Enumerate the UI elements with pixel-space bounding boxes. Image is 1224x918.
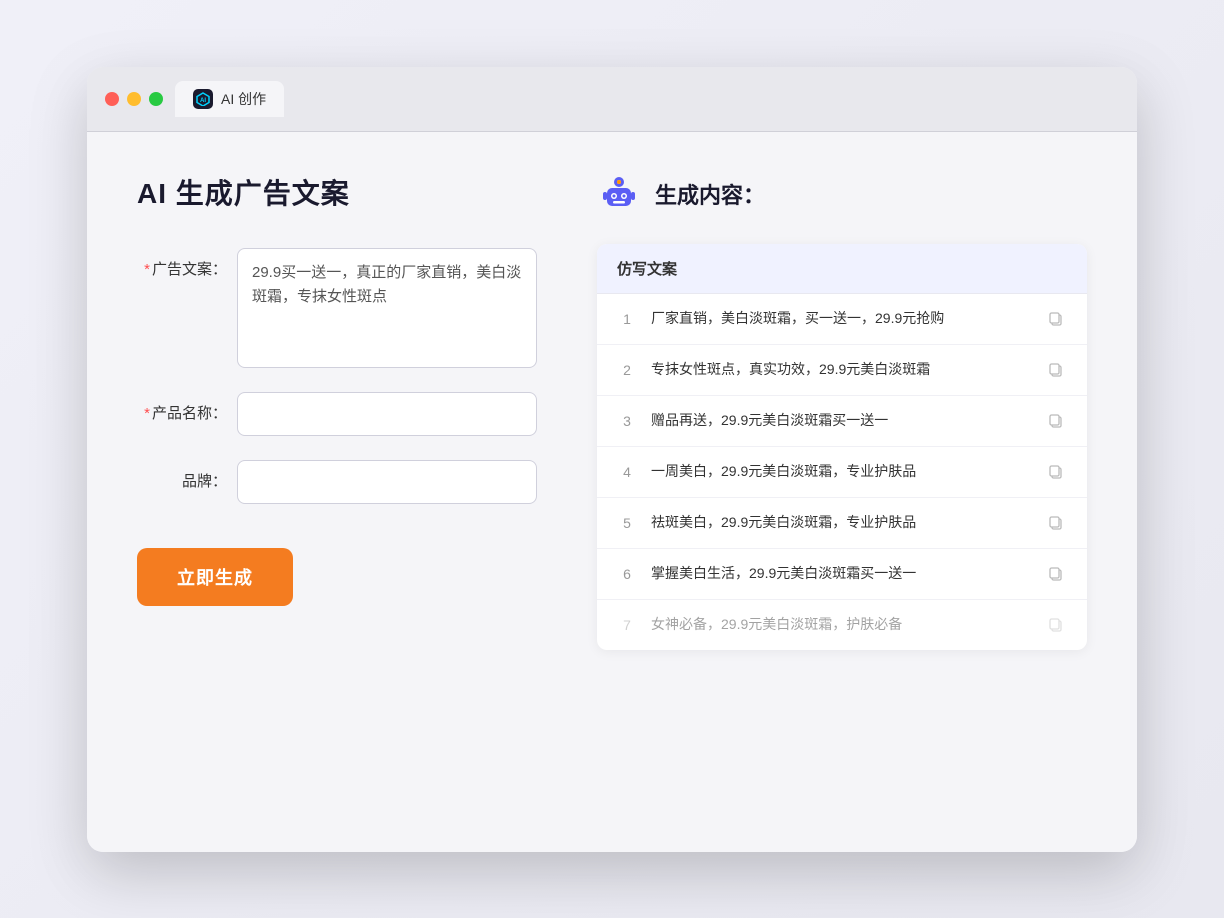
row-content-2: 专抹女性斑点，真实功效，29.9元美白淡斑霜 (651, 359, 1031, 380)
tab-label: AI 创作 (221, 89, 266, 109)
row-content-4: 一周美白，29.9元美白淡斑霜，专业护肤品 (651, 461, 1031, 482)
browser-window: AI AI 创作 AI 生成广告文案 *广告文案： 29.9买一送一，真正的厂家… (87, 67, 1137, 852)
product-name-input[interactable]: 美白淡斑霜 (237, 392, 537, 436)
table-row: 4 一周美白，29.9元美白淡斑霜，专业护肤品 (597, 447, 1087, 498)
row-number-7: 7 (617, 617, 637, 633)
row-content-5: 祛斑美白，29.9元美白淡斑霜，专业护肤品 (651, 512, 1031, 533)
titlebar: AI AI 创作 (87, 67, 1137, 132)
left-panel: AI 生成广告文案 *广告文案： 29.9买一送一，真正的厂家直销，美白淡斑霜，… (137, 172, 537, 650)
copy-icon-1[interactable] (1045, 308, 1067, 330)
svg-text:AI: AI (200, 98, 206, 104)
right-panel: 生成内容： 仿写文案 1 厂家直销，美白淡斑霜，买一送一，29.9元抢购 2 专… (597, 172, 1087, 650)
table-row: 2 专抹女性斑点，真实功效，29.9元美白淡斑霜 (597, 345, 1087, 396)
product-name-label: *产品名称： (137, 392, 227, 423)
row-number-1: 1 (617, 311, 637, 327)
table-row: 6 掌握美白生活，29.9元美白淡斑霜买一送一 (597, 549, 1087, 600)
table-row-faded: 7 女神必备，29.9元美白淡斑霜，护肤必备 (597, 600, 1087, 650)
brand-input[interactable]: 好白 (237, 460, 537, 504)
row-number-6: 6 (617, 566, 637, 582)
copy-icon-2[interactable] (1045, 359, 1067, 381)
table-row: 3 赠品再送，29.9元美白淡斑霜买一送一 (597, 396, 1087, 447)
page-title: AI 生成广告文案 (137, 172, 537, 212)
result-table: 仿写文案 1 厂家直销，美白淡斑霜，买一送一，29.9元抢购 2 专抹女性斑点，… (597, 244, 1087, 650)
copy-icon-5[interactable] (1045, 512, 1067, 534)
ad-copy-textarea[interactable]: 29.9买一送一，真正的厂家直销，美白淡斑霜，专抹女性斑点 (237, 248, 537, 368)
row-number-3: 3 (617, 413, 637, 429)
row-content-7: 女神必备，29.9元美白淡斑霜，护肤必备 (651, 614, 1031, 635)
close-button[interactable] (105, 92, 119, 106)
required-star-1: * (144, 261, 150, 278)
main-layout: AI 生成广告文案 *广告文案： 29.9买一送一，真正的厂家直销，美白淡斑霜，… (137, 172, 1087, 650)
right-header: 生成内容： (597, 172, 1087, 216)
fullscreen-button[interactable] (149, 92, 163, 106)
row-content-6: 掌握美白生活，29.9元美白淡斑霜买一送一 (651, 563, 1031, 584)
ai-creation-tab[interactable]: AI AI 创作 (175, 81, 284, 117)
row-number-5: 5 (617, 515, 637, 531)
minimize-button[interactable] (127, 92, 141, 106)
ad-copy-label: *广告文案： (137, 248, 227, 279)
ad-copy-group: *广告文案： 29.9买一送一，真正的厂家直销，美白淡斑霜，专抹女性斑点 (137, 248, 537, 368)
result-title: 生成内容： (655, 178, 765, 210)
row-content-1: 厂家直销，美白淡斑霜，买一送一，29.9元抢购 (651, 308, 1031, 329)
browser-content: AI 生成广告文案 *广告文案： 29.9买一送一，真正的厂家直销，美白淡斑霜，… (87, 132, 1137, 852)
table-header: 仿写文案 (597, 244, 1087, 294)
required-star-2: * (144, 405, 150, 422)
row-content-3: 赠品再送，29.9元美白淡斑霜买一送一 (651, 410, 1031, 431)
copy-icon-7[interactable] (1045, 614, 1067, 636)
row-number-2: 2 (617, 362, 637, 378)
copy-icon-4[interactable] (1045, 461, 1067, 483)
traffic-lights (105, 92, 163, 106)
generate-button[interactable]: 立即生成 (137, 548, 293, 606)
brand-group: 品牌： 好白 (137, 460, 537, 504)
product-name-group: *产品名称： 美白淡斑霜 (137, 392, 537, 436)
table-row: 5 祛斑美白，29.9元美白淡斑霜，专业护肤品 (597, 498, 1087, 549)
table-row: 1 厂家直销，美白淡斑霜，买一送一，29.9元抢购 (597, 294, 1087, 345)
robot-icon (597, 172, 641, 216)
tab-ai-icon: AI (193, 89, 213, 109)
row-number-4: 4 (617, 464, 637, 480)
brand-label: 品牌： (137, 460, 227, 491)
copy-icon-3[interactable] (1045, 410, 1067, 432)
copy-icon-6[interactable] (1045, 563, 1067, 585)
